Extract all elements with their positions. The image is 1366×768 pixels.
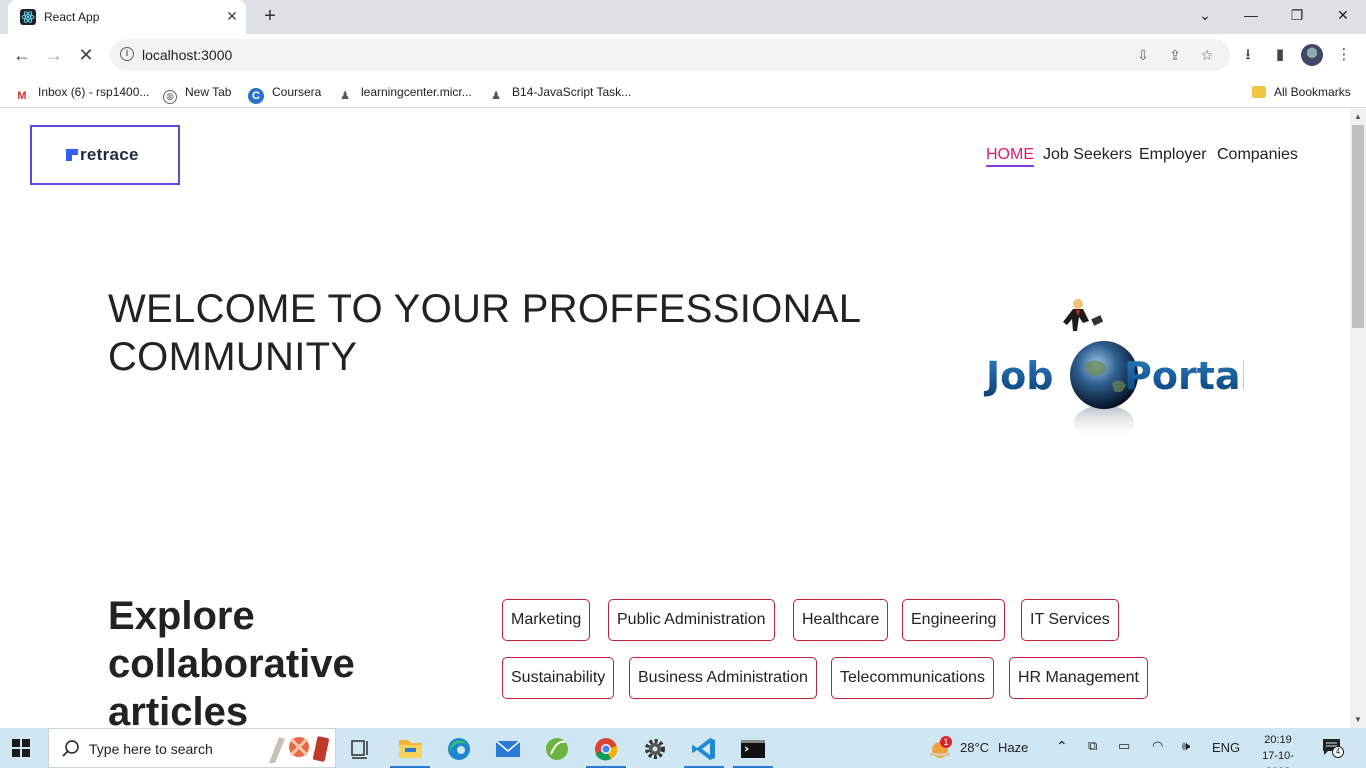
notification-center[interactable]: 4 [1322,738,1344,758]
menu-kebab-icon[interactable]: ⋮ [1334,45,1354,65]
browser-tab[interactable]: React App ✕ [8,0,246,34]
explore-title: Explore collaborative articles [108,594,355,728]
address-bar[interactable]: i localhost:3000 ⇩ ⇪ ☆ [110,39,1230,71]
share-icon[interactable]: ⇪ [1166,46,1184,64]
site-info-icon[interactable]: i [120,47,134,61]
weather-temp: 28°C [960,740,990,755]
vscode-icon[interactable] [684,732,724,768]
system-clock[interactable]: 20:19 17-10-2023 [1254,732,1302,768]
volume-icon[interactable]: 🕪 [1182,738,1190,754]
restore-button[interactable]: ❐ [1274,0,1320,30]
bookmark-coursera[interactable]: C Coursera [248,82,322,104]
retrace-logo-icon [66,149,78,161]
install-app-icon[interactable]: ⇩ [1134,46,1152,64]
side-panel-icon[interactable]: ▮ [1270,45,1290,65]
downloads-icon[interactable]: ⭳ [1238,45,1258,65]
folder-icon [1252,86,1266,98]
logo-text: retrace [80,145,139,164]
site-logo[interactable]: retrace [30,125,180,185]
weather-badge: 1 [940,736,952,748]
meet-now-icon[interactable]: ⧉ [1088,738,1097,754]
bookmark-label: New Tab [185,85,232,99]
bookmark-gmail[interactable]: M Inbox (6) - rsp1400... [14,82,149,102]
bookmark-label: Inbox (6) - rsp1400... [38,85,150,99]
browser-toolbar: ← → ✕ i localhost:3000 ⇩ ⇪ ☆ ⭳ ▮ ⋮ [0,34,1366,76]
clock-date: 17-10-2023 [1262,750,1294,768]
job-portal-image: Job Portal [983,299,1244,441]
terminal-icon[interactable] [733,732,773,768]
file-explorer-icon[interactable] [390,732,430,768]
bookmark-new-tab[interactable]: ◍ New Tab [163,82,232,104]
scroll-thumb[interactable] [1352,125,1364,328]
scroll-up-icon[interactable]: ▲ [1350,109,1366,125]
mail-icon[interactable] [488,732,528,766]
search-highlight-icon [269,736,329,763]
tag-hr-management[interactable]: HR Management [1009,657,1148,699]
url-text: localhost:3000 [142,47,233,63]
hero-title: WELCOME TO YOUR PROFFESSIONAL COMMUNITY [108,287,860,379]
page-scrollbar[interactable]: ▲ ▼ [1350,109,1366,728]
tray-chevron-up-icon[interactable]: ⌃ [1056,738,1068,755]
settings-gear-icon[interactable] [635,732,675,766]
job-word: Job [983,354,1053,398]
tag-public-administration[interactable]: Public Administration [608,599,775,641]
bookmark-label: B14-JavaScript Task... [512,85,632,99]
weather-text: Haze [998,740,1029,755]
bookmark-star-icon[interactable]: ☆ [1198,46,1216,64]
bookmark-learningcenter[interactable]: ♟ learningcenter.micr... [337,82,472,102]
nav-home[interactable]: HOME [986,146,1034,167]
notification-count: 4 [1332,746,1344,758]
new-tab-button[interactable]: + [258,5,282,29]
nav-companies[interactable]: Companies [1217,146,1298,164]
spring-tool-icon[interactable] [537,732,577,766]
stop-loading-button[interactable]: ✕ [73,43,99,69]
back-button[interactable]: ← [9,43,35,69]
profile-avatar[interactable] [1301,44,1323,66]
clock-time: 20:19 [1264,734,1292,746]
bookmark-js-task[interactable]: ♟ B14-JavaScript Task... [488,82,631,102]
tag-healthcare[interactable]: Healthcare [793,599,889,641]
language-indicator[interactable]: ENG [1212,740,1240,755]
wifi-icon[interactable]: ◠ [1152,738,1163,754]
page-viewport: retrace HOME Job Seekers Employer Compan… [0,109,1350,728]
nav-job-seekers[interactable]: Job Seekers [1043,146,1132,164]
react-icon [20,9,36,25]
bookmarks-bar: M Inbox (6) - rsp1400... ◍ New Tab C Course… [0,76,1366,108]
tag-engineering[interactable]: Engineering [902,599,1006,641]
bookmark-label: learningcenter.micr... [361,85,472,99]
windows-start-icon[interactable] [12,739,30,757]
battery-icon[interactable]: ▭ [1118,738,1130,754]
task-view-icon[interactable] [340,732,380,766]
minimize-button[interactable]: — [1228,0,1274,30]
portal-word: Portal [1124,354,1244,398]
taskbar-search[interactable]: Type here to search [48,728,336,768]
all-bookmarks[interactable]: All Bookmarks [1252,82,1351,102]
gmail-icon: M [17,90,27,102]
person-icon: ♟ [340,90,350,102]
tag-sustainability[interactable]: Sustainability [502,657,615,699]
tag-it-services[interactable]: IT Services [1021,599,1119,641]
tag-telecommunications[interactable]: Telecommunications [831,657,994,699]
scroll-down-icon[interactable]: ▼ [1350,712,1366,728]
all-bookmarks-label: All Bookmarks [1274,85,1351,99]
bookmark-label: Coursera [272,85,322,99]
globe-icon: ◍ [163,90,177,104]
chrome-icon[interactable] [586,732,626,768]
edge-icon[interactable] [439,732,479,766]
search-icon [62,740,79,757]
tag-business-administration[interactable]: Business Administration [629,657,817,699]
search-placeholder: Type here to search [89,741,213,757]
tab-strip: React App ✕ + ⌄ — ❐ ✕ [0,0,1366,34]
tab-search-chevron-icon[interactable]: ⌄ [1182,0,1228,30]
coursera-icon: C [248,88,264,104]
tab-title: React App [44,10,100,24]
person-icon: ♟ [491,90,501,102]
tab-close-icon[interactable]: ✕ [224,8,240,24]
tag-marketing[interactable]: Marketing [502,599,591,641]
close-window-button[interactable]: ✕ [1320,0,1366,30]
forward-button[interactable]: → [41,43,67,69]
nav-employer[interactable]: Employer [1139,146,1207,164]
taskbar: Type here to search 1 28°C Haze ⌃ ⧉ ▭ ◠ … [0,728,1366,768]
